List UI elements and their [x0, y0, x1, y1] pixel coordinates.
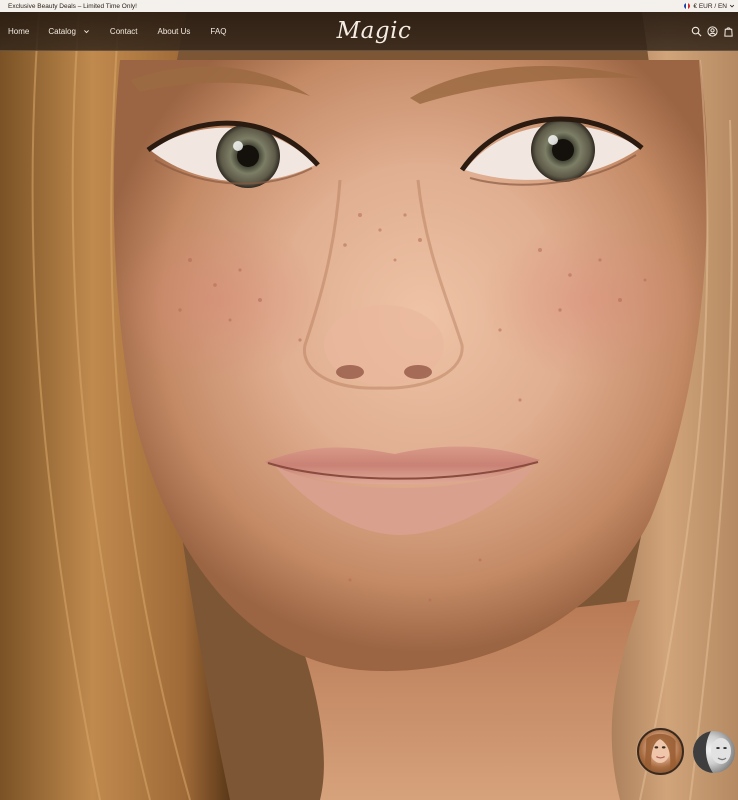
cart-button[interactable] — [723, 26, 734, 37]
header-actions — [691, 12, 734, 50]
nav-contact-label: Contact — [109, 26, 138, 36]
nav-about-label: About Us — [157, 26, 191, 36]
nav-faq-label: FAQ — [210, 26, 227, 36]
story-avatar-2[interactable] — [693, 731, 735, 773]
hero-portrait-illustration — [0, 0, 738, 800]
story-avatar-1[interactable] — [637, 728, 684, 775]
search-button[interactable] — [691, 26, 702, 37]
account-icon — [707, 25, 718, 37]
announcement-bar: Exclusive Beauty Deals – Limited Time On… — [0, 0, 738, 12]
grayscale-portrait-thumbnail — [693, 731, 731, 773]
page: Exclusive Beauty Deals – Limited Time On… — [0, 0, 738, 800]
search-icon — [691, 26, 702, 36]
nav-contact[interactable]: Contact — [110, 27, 138, 36]
cart-icon — [724, 26, 733, 37]
nav-catalog-label: Catalog — [48, 26, 76, 36]
brand-logo[interactable]: Magic — [334, 16, 414, 46]
currency-language-selector[interactable]: € EUR / EN — [684, 3, 735, 10]
hero-image — [0, 0, 738, 800]
account-button[interactable] — [707, 25, 718, 37]
nav-home-label: Home — [8, 26, 30, 36]
nav-about-us[interactable]: About Us — [158, 27, 191, 36]
chevron-down-icon — [729, 4, 735, 8]
france-flag-icon — [684, 3, 691, 9]
nav-faq[interactable]: FAQ — [210, 27, 226, 36]
announcement-text: Exclusive Beauty Deals – Limited Time On… — [8, 2, 137, 10]
site-header: Home Catalog Contact About Us FAQ Magic — [0, 12, 738, 51]
locale-label: € EUR / EN — [693, 2, 727, 10]
main-nav: Home Catalog Contact About Us FAQ — [8, 12, 226, 50]
chevron-down-icon — [84, 29, 89, 33]
woman-portrait-thumbnail — [644, 733, 676, 773]
nav-home[interactable]: Home — [8, 27, 29, 36]
nav-catalog[interactable]: Catalog — [48, 27, 90, 36]
